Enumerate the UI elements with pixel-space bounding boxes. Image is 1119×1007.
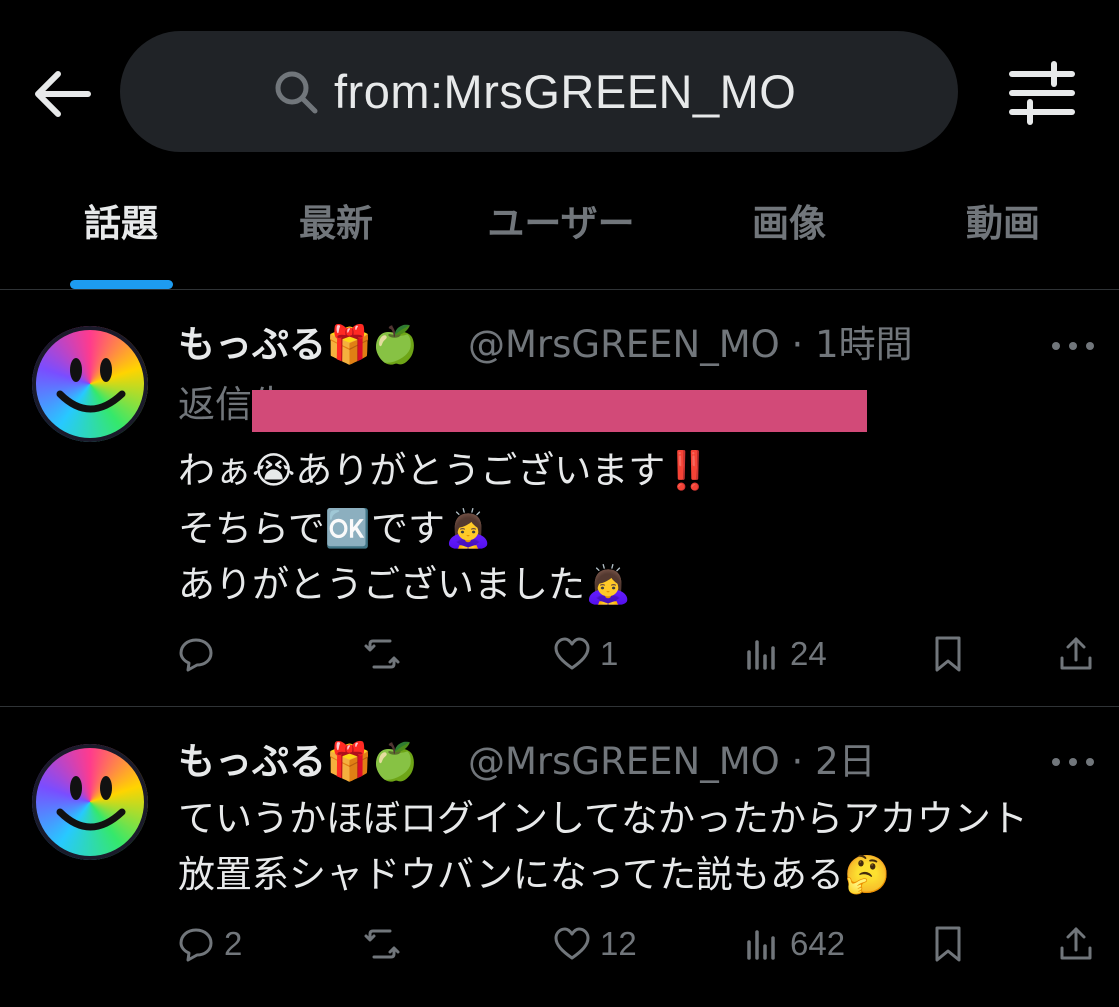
views-button[interactable]: 642 bbox=[742, 922, 845, 966]
bookmark-icon bbox=[935, 636, 961, 672]
post-text-line: わぁ😭ありがとうございます‼️ bbox=[178, 449, 712, 492]
reply-button[interactable] bbox=[176, 632, 224, 676]
avatar[interactable] bbox=[32, 326, 148, 442]
handle[interactable]: @MrsGREEN_MO bbox=[468, 323, 780, 366]
display-name[interactable]: もっぷる🎁🍏 bbox=[178, 737, 418, 787]
redaction-block bbox=[252, 390, 867, 432]
tab-videos[interactable]: 動画 bbox=[942, 196, 1064, 252]
divider bbox=[0, 706, 1119, 707]
reply-icon bbox=[179, 928, 213, 962]
display-name[interactable]: もっぷる🎁🍏 bbox=[178, 320, 418, 370]
view-count: 24 bbox=[790, 635, 827, 672]
views-icon bbox=[747, 930, 775, 960]
sliders-icon[interactable] bbox=[1004, 60, 1080, 126]
reply-button[interactable]: 2 bbox=[176, 922, 242, 966]
avatar[interactable] bbox=[32, 744, 148, 860]
reply-icon bbox=[179, 638, 213, 672]
like-count: 1 bbox=[600, 635, 619, 672]
post-text-line: そちらで🆗です🙇‍♀️ bbox=[178, 507, 492, 550]
repost-button[interactable] bbox=[362, 632, 410, 676]
post-meta: @MrsGREEN_MO · 1時間 bbox=[468, 323, 913, 366]
like-count: 12 bbox=[600, 925, 637, 962]
share-icon bbox=[1060, 637, 1092, 670]
post-meta: @MrsGREEN_MO · 2日 bbox=[468, 740, 876, 783]
arrow-left-icon[interactable] bbox=[30, 62, 94, 126]
post-text-line: ありがとうございました🙇‍♀️ bbox=[178, 563, 632, 606]
timestamp: 1時間 bbox=[815, 323, 913, 366]
bookmark-icon bbox=[935, 926, 961, 962]
more-icon[interactable] bbox=[1048, 752, 1098, 772]
views-icon bbox=[747, 640, 775, 670]
smiley-avatar-icon bbox=[56, 358, 126, 413]
heart-icon bbox=[554, 637, 590, 670]
post-text-line: ていうかほぼログインしてなかったからアカウント bbox=[178, 797, 1028, 840]
heart-icon bbox=[554, 927, 590, 960]
active-tab-indicator bbox=[70, 280, 173, 289]
views-button[interactable]: 24 bbox=[742, 632, 827, 676]
search-icon bbox=[275, 71, 318, 114]
tab-latest[interactable]: 最新 bbox=[275, 196, 397, 252]
repost-icon bbox=[364, 929, 400, 959]
search-input[interactable]: from:MrsGREEN_MO bbox=[334, 62, 796, 122]
repost-icon bbox=[364, 639, 400, 669]
more-icon[interactable] bbox=[1048, 336, 1098, 356]
repost-button[interactable] bbox=[362, 922, 410, 966]
post-text-line: 放置系シャドウバンになってた説もある🤔 bbox=[178, 853, 891, 896]
tab-users[interactable]: ユーザー bbox=[470, 196, 652, 252]
share-button[interactable] bbox=[1056, 632, 1096, 676]
share-icon bbox=[1060, 927, 1092, 960]
bookmark-button[interactable] bbox=[928, 632, 968, 676]
like-button[interactable]: 12 bbox=[552, 922, 637, 966]
smiley-avatar-icon bbox=[56, 776, 126, 831]
like-button[interactable]: 1 bbox=[552, 632, 618, 676]
reply-count: 2 bbox=[224, 925, 243, 962]
divider bbox=[0, 289, 1119, 290]
share-button[interactable] bbox=[1056, 922, 1096, 966]
bookmark-button[interactable] bbox=[928, 922, 968, 966]
tab-images[interactable]: 画像 bbox=[728, 196, 850, 252]
tab-topics[interactable]: 話題 bbox=[60, 196, 182, 252]
handle[interactable]: @MrsGREEN_MO bbox=[468, 740, 780, 783]
view-count: 642 bbox=[790, 925, 846, 962]
timestamp: 2日 bbox=[815, 740, 876, 783]
